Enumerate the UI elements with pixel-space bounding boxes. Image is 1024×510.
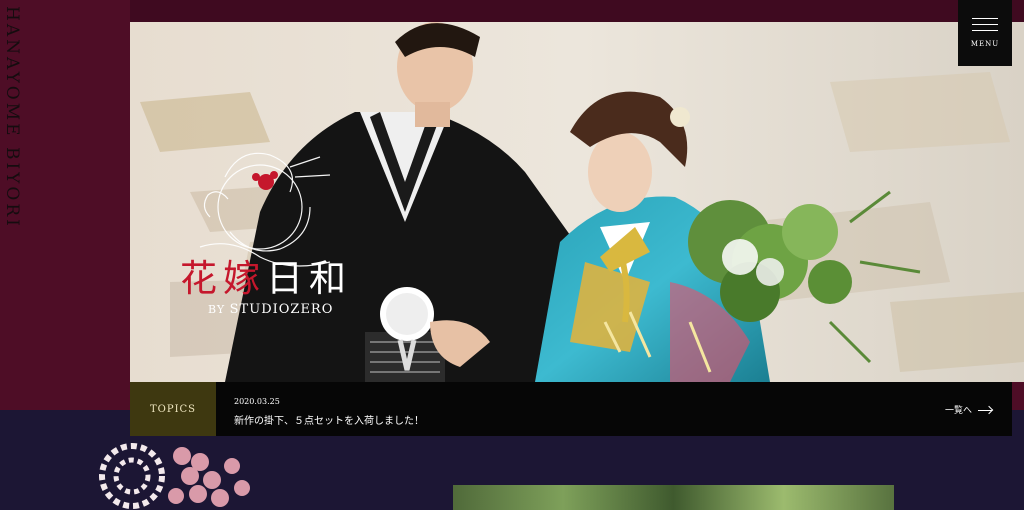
view-all-label: 一覧へ xyxy=(944,406,972,416)
hero-photo: 花嫁日和 BY STUDIOZERO xyxy=(130,22,1024,382)
hamburger-icon xyxy=(972,18,998,32)
topics-label: TOPICS xyxy=(130,382,216,436)
menu-button[interactable]: MENU xyxy=(958,0,1012,66)
menu-label: MENU xyxy=(970,40,1000,48)
brand-title: 花嫁日和 xyxy=(180,248,352,302)
brand-by-label: BY xyxy=(208,303,226,316)
view-all-link[interactable]: 一覧へ xyxy=(945,403,992,416)
studio-name: STUDIOZERO xyxy=(229,302,334,317)
flower-pattern-icon xyxy=(99,443,250,509)
flower-decoration xyxy=(72,436,272,510)
arrow-right-icon xyxy=(978,406,992,414)
topics-date: 2020.03.25 xyxy=(234,397,280,406)
topics-headline-link[interactable]: 新作の掛下、５点セットを入荷しました！ xyxy=(234,412,424,427)
brand-title-part2: 日和 xyxy=(266,257,352,300)
brand-subtitle: BY STUDIOZERO xyxy=(208,302,333,317)
garden-photo xyxy=(453,485,894,510)
brand-title-part1: 花嫁 xyxy=(180,257,266,300)
vertical-brand-text: HANAYOME BIYORI xyxy=(2,6,22,229)
topics-bar[interactable]: TOPICS 2020.03.25 新作の掛下、５点セットを入荷しました！ 一覧… xyxy=(130,382,1012,436)
